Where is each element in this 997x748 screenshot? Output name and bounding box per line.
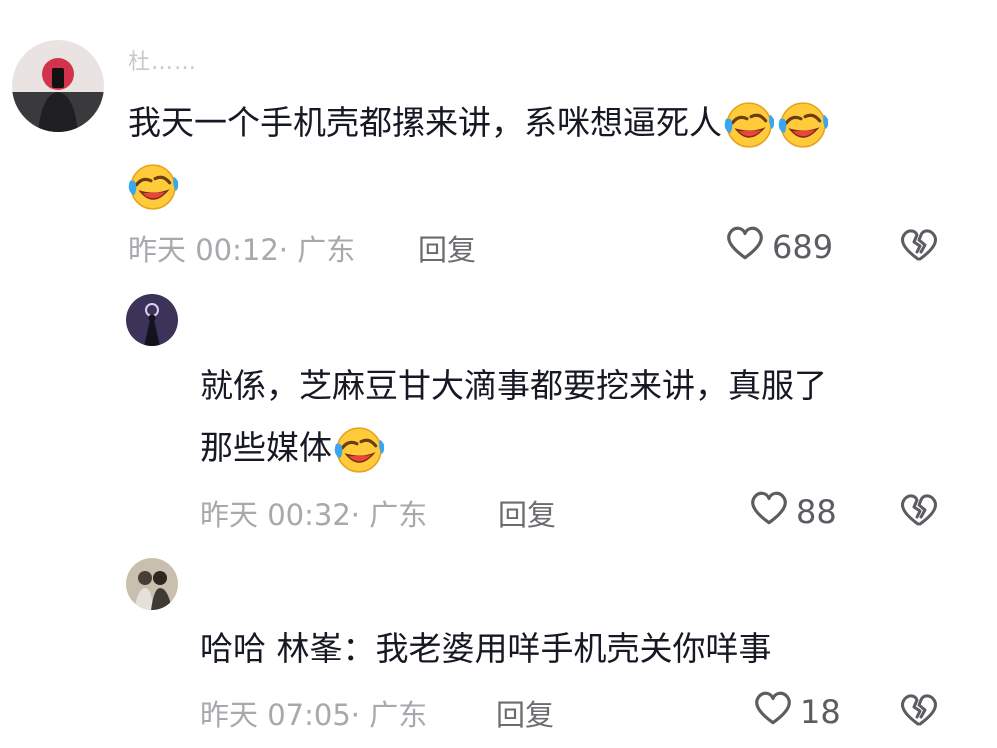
reply-button[interactable]: 回复	[418, 227, 476, 269]
location: · 广东	[350, 698, 428, 732]
comment-text-body: 哈哈 林峯：我老婆用咩手机壳关你咩事	[200, 629, 772, 668]
comment-text-body: 我天一个手机壳都摞来讲，系咪想逼死人	[128, 103, 722, 142]
avatar[interactable]	[126, 558, 178, 610]
username[interactable]: 杜……	[128, 44, 197, 76]
like-button[interactable]: 88	[748, 487, 837, 537]
comment-meta: 昨天 00:12· 广东	[128, 227, 355, 269]
like-count: 88	[796, 493, 837, 531]
heart-outline-icon	[748, 487, 790, 537]
like-count: 18	[800, 693, 841, 731]
rofl-emoji-icon	[128, 162, 178, 212]
comment-2: 就係，芝麻豆甘大滴事都要挖来讲，真服了 那些媒体 昨天 00:32· 广东 回复…	[0, 280, 997, 550]
broken-heart-icon	[898, 229, 940, 270]
dislike-button[interactable]	[898, 489, 940, 535]
avatar[interactable]	[126, 294, 178, 346]
heart-outline-icon	[724, 222, 766, 272]
like-button[interactable]: 18	[752, 687, 841, 737]
timestamp: 昨天 07:05	[200, 698, 351, 732]
timestamp: 昨天 00:12	[128, 233, 279, 267]
comment-text-line-2: 那些媒体	[200, 428, 332, 467]
rofl-emoji-icon	[334, 425, 384, 475]
broken-heart-icon	[898, 694, 940, 735]
comment-1: 杜…… 我天一个手机壳都摞来讲，系咪想逼死人 昨天 00:12· 广东 回复 6…	[0, 0, 997, 280]
reply-button[interactable]: 回复	[496, 692, 554, 734]
comment-text: 哈哈 林峯：我老婆用咩手机壳关你咩事	[200, 618, 960, 680]
comment-meta: 昨天 07:05· 广东	[200, 692, 427, 734]
timestamp: 昨天 00:32	[200, 498, 351, 532]
comment-text: 就係，芝麻豆甘大滴事都要挖来讲，真服了 那些媒体	[200, 355, 960, 479]
rofl-emoji-icon	[778, 100, 828, 150]
comment-text: 我天一个手机壳都摞来讲，系咪想逼死人	[128, 92, 948, 216]
dislike-button[interactable]	[898, 224, 940, 270]
rofl-emoji-icon	[724, 100, 774, 150]
heart-outline-icon	[752, 687, 794, 737]
avatar[interactable]	[12, 40, 104, 132]
location: · 广东	[350, 498, 428, 532]
comment-text-line-1: 就係，芝麻豆甘大滴事都要挖来讲，真服了	[200, 366, 827, 405]
reply-button[interactable]: 回复	[498, 492, 556, 534]
comment-3: 哈哈 林峯：我老婆用咩手机壳关你咩事 昨天 07:05· 广东 回复 18	[0, 550, 997, 748]
comment-meta: 昨天 00:32· 广东	[200, 492, 427, 534]
like-button[interactable]: 689	[724, 222, 833, 272]
location: · 广东	[278, 233, 356, 267]
like-count: 689	[772, 228, 834, 266]
dislike-button[interactable]	[898, 689, 940, 735]
broken-heart-icon	[898, 494, 940, 535]
